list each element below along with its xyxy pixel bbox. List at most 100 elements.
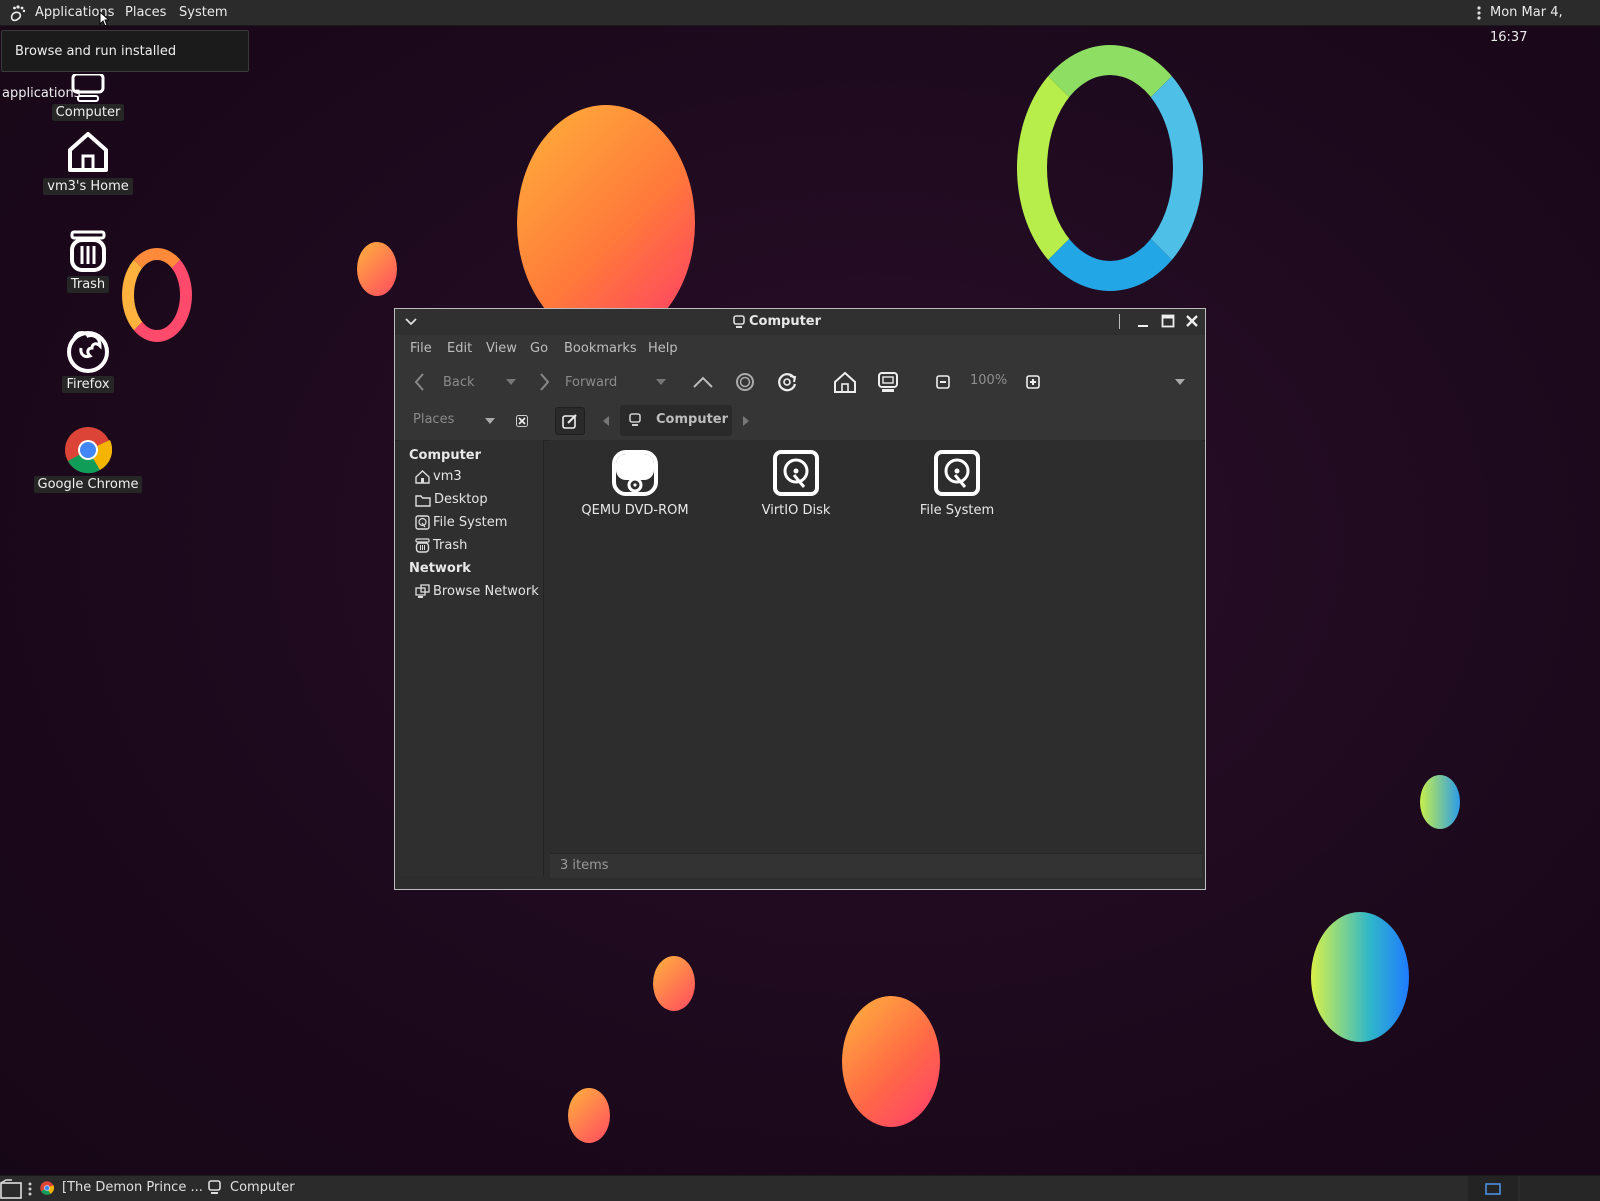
- places-selector[interactable]: Places: [413, 412, 497, 427]
- edit-icon: [562, 413, 578, 429]
- reload-icon[interactable]: [777, 372, 799, 392]
- window-menu-icon[interactable]: [405, 317, 417, 327]
- taskbar-item-chrome[interactable]: [The Demon Prince ...: [40, 1180, 203, 1195]
- minimize-icon[interactable]: [1136, 315, 1150, 329]
- forward-label: Forward: [565, 374, 618, 390]
- trash-icon: [415, 538, 430, 553]
- up-icon[interactable]: [692, 373, 714, 391]
- sidebar-item-trash[interactable]: Trash: [415, 538, 467, 553]
- breadcrumb-computer[interactable]: Computer: [620, 405, 732, 436]
- chrome-icon: [40, 1180, 54, 1195]
- forward-button[interactable]: Forward: [539, 372, 617, 392]
- sidebar-item-file-system[interactable]: File System: [415, 515, 507, 530]
- computer-icon[interactable]: [877, 371, 899, 393]
- zoom-out-icon[interactable]: [936, 375, 950, 389]
- bottom-taskbar: [The Demon Prince ... Computer: [0, 1175, 1600, 1201]
- desktop-icon-trash[interactable]: Trash: [28, 226, 148, 293]
- desktop-icon-label: vm3's Home: [43, 178, 133, 195]
- wallpaper-ring: [1017, 45, 1203, 291]
- chevron-left-icon: [413, 372, 425, 392]
- tooltip: Browse and run installed applications: [1, 30, 249, 101]
- dvd-drive-icon: [611, 449, 659, 497]
- workspace-switcher[interactable]: [1468, 1176, 1518, 1201]
- desktop-icon-chrome[interactable]: Google Chrome: [28, 426, 148, 493]
- hard-disk-icon: [933, 449, 981, 497]
- maximize-icon[interactable]: [1161, 314, 1175, 328]
- menu-bookmarks[interactable]: Bookmarks: [564, 335, 637, 362]
- back-history-dropdown-icon[interactable]: [506, 379, 516, 385]
- wallpaper-blob: [1311, 912, 1409, 1042]
- window-toolbar: Back Forward 100%: [395, 362, 1205, 402]
- file-view: QEMU DVD-ROM VirtIO Disk File System: [550, 440, 1202, 853]
- desktop-icon-firefox[interactable]: Firefox: [28, 326, 148, 393]
- taskbar-item-label: Computer: [230, 1180, 295, 1195]
- sidebar-item-label: Browse Network: [433, 584, 539, 599]
- file-item-virtio-disk[interactable]: VirtIO Disk: [721, 449, 871, 519]
- zoom-in-icon[interactable]: [1026, 375, 1040, 389]
- places-label: Places: [413, 412, 455, 427]
- desktop-icon-computer[interactable]: Computer: [28, 74, 148, 121]
- menu-view[interactable]: View: [486, 335, 517, 362]
- sidebar-item-label: vm3: [433, 469, 462, 484]
- menu-system[interactable]: System: [179, 0, 227, 25]
- crumb-scroll-right-icon[interactable]: [743, 416, 749, 426]
- menu-edit[interactable]: Edit: [447, 335, 472, 362]
- panel-handle-icon[interactable]: [1477, 5, 1481, 21]
- workspace-icon: [1485, 1183, 1501, 1195]
- forward-history-dropdown-icon[interactable]: [656, 379, 666, 385]
- firefox-icon: [64, 326, 112, 374]
- wallpaper-blob: [653, 956, 695, 1011]
- taskbar-item-label: [The Demon Prince ...: [62, 1180, 203, 1195]
- desktop-icon-label: Firefox: [62, 376, 114, 393]
- trash-icon: [64, 226, 112, 274]
- status-bar: 3 items: [550, 853, 1202, 878]
- computer-icon: [628, 413, 642, 427]
- window-menubar: File Edit View Go Bookmarks Help: [395, 335, 1205, 362]
- close-icon[interactable]: [1185, 314, 1199, 328]
- crumb-scroll-left-icon[interactable]: [603, 416, 609, 426]
- sidebar-item-browse-network[interactable]: Browse Network: [415, 584, 539, 599]
- computer-icon: [207, 1180, 222, 1195]
- menu-go[interactable]: Go: [530, 335, 548, 362]
- taskbar-handle-icon[interactable]: [28, 1181, 32, 1197]
- file-item-qemu-dvd-rom[interactable]: QEMU DVD-ROM: [560, 449, 710, 519]
- titlebar-separator: [1119, 314, 1120, 329]
- file-item-file-system[interactable]: File System: [882, 449, 1032, 519]
- menu-help[interactable]: Help: [648, 335, 678, 362]
- sidebar-heading-network: Network: [409, 561, 471, 576]
- toolbar-overflow-dropdown-icon[interactable]: [1175, 379, 1185, 385]
- workspace-switcher-inactive[interactable]: [1520, 1176, 1600, 1201]
- hard-disk-icon: [415, 515, 430, 530]
- file-label: VirtIO Disk: [761, 503, 831, 518]
- computer-icon: [732, 314, 746, 329]
- menu-file[interactable]: File: [410, 335, 432, 362]
- desktop-icon-home[interactable]: vm3's Home: [28, 128, 148, 195]
- desktop-icon-label: Trash: [66, 276, 110, 293]
- back-button[interactable]: Back: [413, 372, 475, 392]
- clock[interactable]: Mon Mar 4, 16:37: [1490, 0, 1600, 45]
- show-desktop-icon[interactable]: [0, 1179, 24, 1199]
- taskbar-item-computer[interactable]: Computer: [207, 1180, 295, 1195]
- gnome-foot-icon[interactable]: [8, 3, 28, 23]
- hard-disk-icon: [772, 449, 820, 497]
- sidebar-item-label: Desktop: [434, 492, 488, 507]
- sidebar-item-vm3[interactable]: vm3: [415, 469, 462, 484]
- wallpaper-blob: [842, 996, 940, 1127]
- sidebar-item-desktop[interactable]: Desktop: [415, 492, 488, 507]
- top-panel: Applications Places System Mon Mar 4, 16…: [0, 0, 1600, 45]
- stop-icon[interactable]: [735, 372, 755, 392]
- wallpaper-blob: [517, 105, 695, 341]
- dropdown-arrow-icon: [485, 418, 495, 424]
- mouse-cursor-icon: [99, 11, 109, 27]
- close-sidebar-icon[interactable]: [516, 415, 528, 427]
- home-icon[interactable]: [833, 371, 857, 393]
- window-titlebar[interactable]: Computer: [395, 309, 1205, 336]
- sidebar-item-label: File System: [433, 515, 508, 530]
- window-title: Computer: [749, 314, 822, 329]
- menu-places[interactable]: Places: [125, 0, 166, 25]
- places-sidebar: Computer vm3 Desktop File System Trash N…: [399, 440, 544, 876]
- zoom-level[interactable]: 100%: [970, 373, 1007, 388]
- computer-icon: [68, 74, 108, 102]
- file-label: QEMU DVD-ROM: [581, 503, 689, 518]
- toggle-location-entry-button[interactable]: [555, 407, 585, 435]
